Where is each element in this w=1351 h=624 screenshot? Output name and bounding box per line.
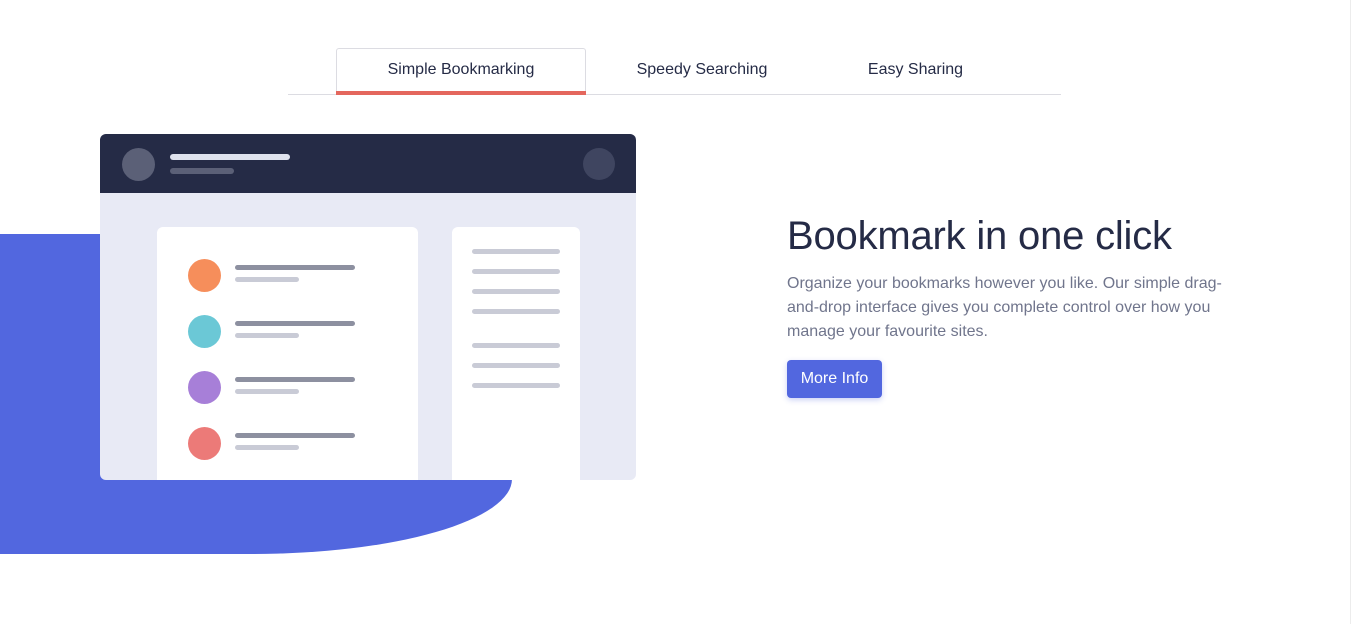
header-line — [170, 154, 290, 160]
feature-title: Bookmark in one click — [787, 214, 1172, 258]
item-line — [235, 445, 299, 450]
list-item — [188, 427, 388, 461]
features-section: Simple Bookmarking Speedy Searching Easy… — [0, 0, 1351, 624]
tab-label: Easy Sharing — [867, 61, 964, 78]
side-line — [472, 343, 560, 348]
list-item — [188, 315, 388, 349]
bookmark-list-panel — [157, 227, 418, 480]
item-line — [235, 277, 299, 282]
menu-circle — [583, 148, 615, 180]
side-line — [472, 289, 560, 294]
tab-label: Simple Bookmarking — [387, 60, 535, 78]
bookmark-circle-icon — [188, 427, 221, 460]
more-info-button[interactable]: More Info — [787, 360, 882, 398]
bookmark-illustration — [100, 134, 636, 480]
avatar-circle — [122, 148, 155, 181]
item-line — [235, 333, 299, 338]
feature-tabs: Simple Bookmarking Speedy Searching Easy… — [288, 48, 1061, 95]
item-line — [235, 321, 355, 326]
side-panel — [452, 227, 580, 480]
item-line — [235, 433, 355, 438]
item-line — [235, 265, 355, 270]
bookmark-circle-icon — [188, 259, 221, 292]
side-line — [472, 383, 560, 388]
item-line — [235, 377, 355, 382]
tab-speedy-searching[interactable]: Speedy Searching — [602, 48, 802, 90]
tab-label: Speedy Searching — [636, 61, 768, 78]
side-line — [472, 249, 560, 254]
header-line — [170, 168, 234, 174]
list-item — [188, 259, 388, 293]
illustration-header — [100, 134, 636, 193]
tab-easy-sharing[interactable]: Easy Sharing — [828, 48, 1003, 90]
bookmark-circle-icon — [188, 315, 221, 348]
list-item — [188, 371, 388, 405]
side-line — [472, 269, 560, 274]
side-line — [472, 363, 560, 368]
tab-simple-bookmarking[interactable]: Simple Bookmarking — [336, 48, 586, 95]
bookmark-circle-icon — [188, 371, 221, 404]
item-line — [235, 389, 299, 394]
feature-description: Organize your bookmarks however you like… — [787, 275, 1222, 340]
side-line — [472, 309, 560, 314]
